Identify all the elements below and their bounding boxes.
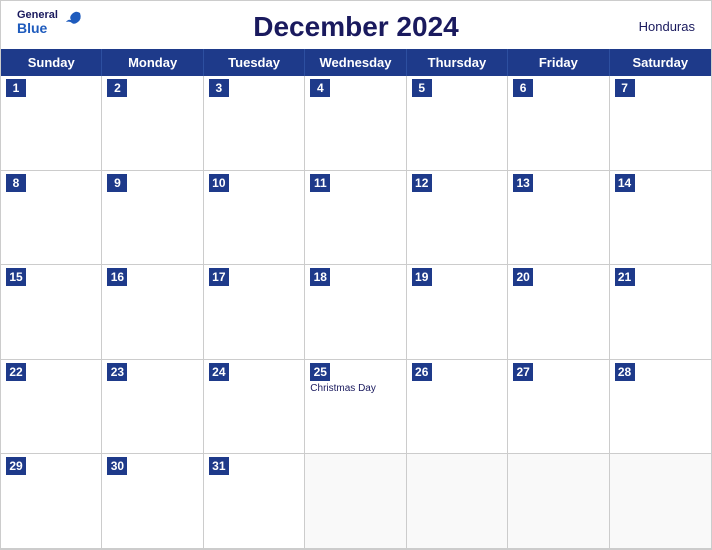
day-cell-31: 31 (204, 454, 305, 549)
day-cell-25: 25 Christmas Day (305, 360, 406, 455)
day-number: 26 (412, 363, 432, 381)
empty-day-cell (305, 454, 406, 549)
day-cell-26: 26 (407, 360, 508, 455)
day-number: 12 (412, 174, 432, 192)
day-cell-18: 18 (305, 265, 406, 360)
day-number: 17 (209, 268, 229, 286)
day-header-sunday: Sunday (1, 49, 102, 76)
day-number: 22 (6, 363, 26, 381)
day-cell-1: 1 (1, 76, 102, 171)
day-cell-8: 8 (1, 171, 102, 266)
day-header-wednesday: Wednesday (305, 49, 406, 76)
day-number: 19 (412, 268, 432, 286)
day-cell-2: 2 (102, 76, 203, 171)
day-number: 27 (513, 363, 533, 381)
day-number: 5 (412, 79, 432, 97)
calendar-container: General Blue December 2024 Honduras Sund… (0, 0, 712, 550)
day-cell-22: 22 (1, 360, 102, 455)
day-cell-7: 7 (610, 76, 711, 171)
day-number: 28 (615, 363, 635, 381)
day-cell-12: 12 (407, 171, 508, 266)
day-number: 31 (209, 457, 229, 475)
day-cell-27: 27 (508, 360, 609, 455)
day-cell-10: 10 (204, 171, 305, 266)
day-cell-17: 17 (204, 265, 305, 360)
day-cell-13: 13 (508, 171, 609, 266)
day-number: 3 (209, 79, 229, 97)
title-block: December 2024 (253, 11, 458, 43)
calendar-header: General Blue December 2024 Honduras (1, 1, 711, 49)
day-number: 1 (6, 79, 26, 97)
day-number: 15 (6, 268, 26, 286)
day-cell-4: 4 (305, 76, 406, 171)
day-cell-11: 11 (305, 171, 406, 266)
day-cell-14: 14 (610, 171, 711, 266)
day-header-thursday: Thursday (407, 49, 508, 76)
empty-day-cell (508, 454, 609, 549)
day-number: 16 (107, 268, 127, 286)
day-number: 9 (107, 174, 127, 192)
day-cell-20: 20 (508, 265, 609, 360)
day-number: 11 (310, 174, 330, 192)
day-cell-5: 5 (407, 76, 508, 171)
day-number: 23 (107, 363, 127, 381)
day-cell-6: 6 (508, 76, 609, 171)
day-header-saturday: Saturday (610, 49, 711, 76)
day-number: 6 (513, 79, 533, 97)
day-cell-24: 24 (204, 360, 305, 455)
logo-blue-text: Blue (17, 21, 58, 35)
month-year-title: December 2024 (253, 11, 458, 43)
day-cell-19: 19 (407, 265, 508, 360)
empty-day-cell (407, 454, 508, 549)
holiday-label: Christmas Day (310, 383, 400, 395)
day-number: 2 (107, 79, 127, 97)
day-number: 4 (310, 79, 330, 97)
logo-bird-icon (62, 9, 84, 31)
day-cell-9: 9 (102, 171, 203, 266)
day-number: 24 (209, 363, 229, 381)
day-cell-15: 15 (1, 265, 102, 360)
day-number: 25 (310, 363, 330, 381)
day-number: 14 (615, 174, 635, 192)
day-number: 21 (615, 268, 635, 286)
day-number: 7 (615, 79, 635, 97)
empty-day-cell (610, 454, 711, 549)
day-cell-30: 30 (102, 454, 203, 549)
day-number: 8 (6, 174, 26, 192)
day-cell-3: 3 (204, 76, 305, 171)
day-cell-21: 21 (610, 265, 711, 360)
day-number: 20 (513, 268, 533, 286)
day-headers-row: SundayMondayTuesdayWednesdayThursdayFrid… (1, 49, 711, 76)
day-cell-16: 16 (102, 265, 203, 360)
day-number: 30 (107, 457, 127, 475)
day-number: 10 (209, 174, 229, 192)
calendar-grid: 1234567891011121314151617181920212223242… (1, 76, 711, 549)
logo: General Blue (17, 9, 84, 35)
day-cell-23: 23 (102, 360, 203, 455)
day-number: 29 (6, 457, 26, 475)
day-header-friday: Friday (508, 49, 609, 76)
country-label: Honduras (639, 19, 695, 34)
day-header-tuesday: Tuesday (204, 49, 305, 76)
day-cell-29: 29 (1, 454, 102, 549)
day-header-monday: Monday (102, 49, 203, 76)
day-number: 18 (310, 268, 330, 286)
day-cell-28: 28 (610, 360, 711, 455)
day-number: 13 (513, 174, 533, 192)
